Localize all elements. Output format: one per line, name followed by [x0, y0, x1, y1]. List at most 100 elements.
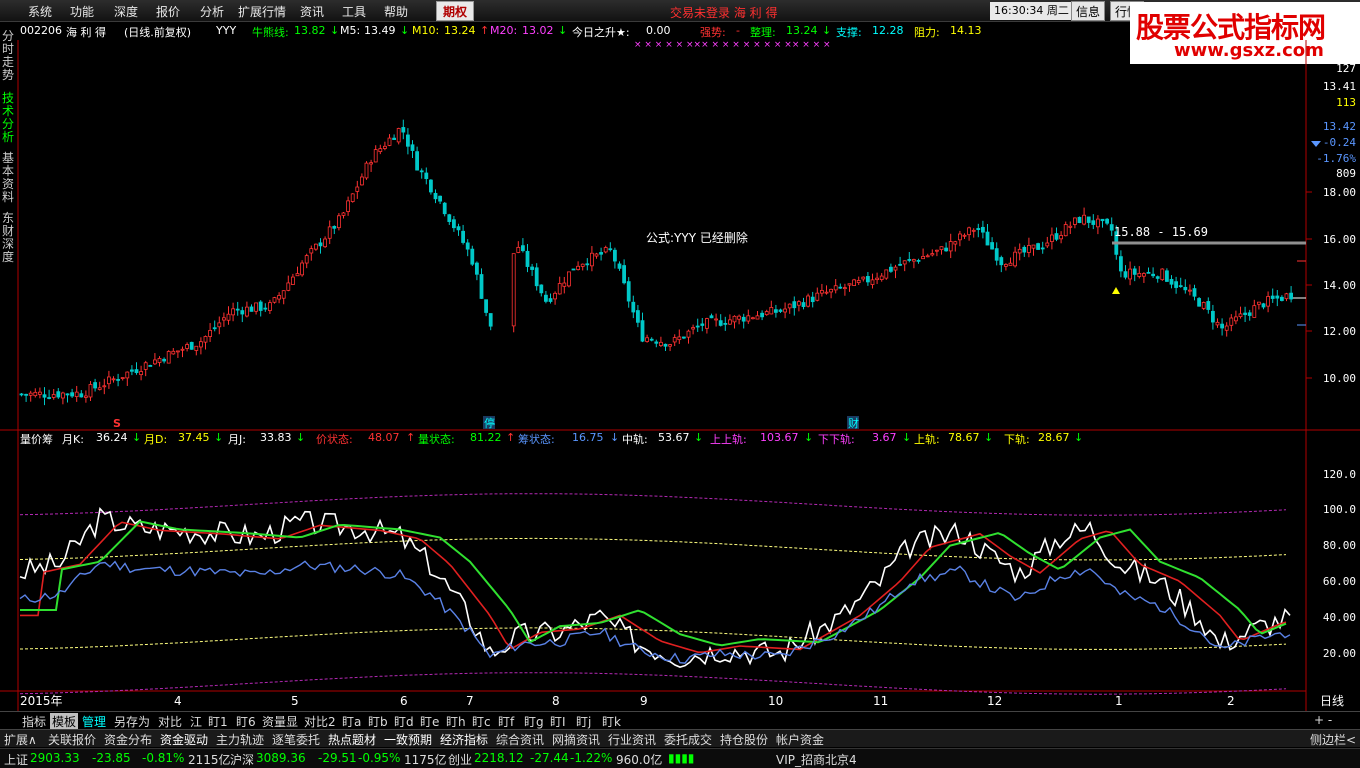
tab-compare[interactable]: 对比	[158, 713, 182, 730]
candle-body	[1128, 268, 1132, 280]
tab-jiang[interactable]: 江	[190, 713, 202, 730]
industry-news-tab[interactable]: 行业资讯	[608, 731, 656, 748]
down-arrow-icon: ↓	[330, 24, 340, 37]
candle-body	[645, 337, 649, 342]
ind-tick-label: 120.0	[1323, 468, 1356, 481]
chip-state-line	[19, 560, 1291, 664]
candle-body	[415, 151, 420, 171]
menu-news[interactable]: 资讯	[300, 3, 324, 20]
candle-body	[405, 134, 410, 147]
candle-body	[728, 319, 732, 325]
menu-help[interactable]: 帮助	[384, 3, 408, 20]
tab-ding-d[interactable]: 盯d	[394, 713, 414, 730]
x-tick-label: 9	[640, 694, 648, 708]
candle-body	[208, 330, 213, 337]
economic-index-tab[interactable]: 经济指标	[440, 731, 488, 748]
x-tick-label: 1	[1115, 694, 1123, 708]
formula-name: YYY	[216, 24, 237, 37]
candle-body	[295, 273, 300, 277]
candle-body	[599, 252, 603, 255]
candle-body	[387, 137, 392, 146]
menu-extended-market[interactable]: 扩展行情	[238, 3, 286, 20]
candle-body	[1054, 233, 1059, 240]
info-last: 13.42	[1323, 120, 1356, 133]
menu-system[interactable]: 系统	[28, 3, 52, 20]
s-mark: S	[113, 417, 121, 430]
candle-body	[350, 193, 355, 202]
tab-manage[interactable]: 管理	[82, 713, 106, 730]
expand-button[interactable]: 扩展∧	[4, 731, 37, 748]
stock-code: 002206	[20, 24, 62, 37]
zoom-buttons[interactable]: + -	[1314, 713, 1332, 727]
status-bar: 上证 2903.33 -23.85 -0.81% 2115亿 沪深 3089.3…	[0, 748, 1360, 768]
candle-body	[976, 228, 981, 231]
menu-function[interactable]: 功能	[70, 3, 94, 20]
capital-drive-tab[interactable]: 资金驱动	[160, 731, 208, 748]
positions-tab[interactable]: 持仓股份	[720, 731, 768, 748]
x-tick-label: 5	[291, 694, 299, 708]
candle-body	[479, 274, 484, 299]
general-news-tab[interactable]: 综合资讯	[496, 731, 544, 748]
candle-body	[1073, 217, 1077, 225]
capital-distribution-tab[interactable]: 资金分布	[104, 731, 152, 748]
tab-ding-a[interactable]: 盯a	[342, 713, 361, 730]
tab-ding-h[interactable]: 盯h	[446, 713, 466, 730]
order-detail-tab[interactable]: 逐笔委托	[272, 731, 320, 748]
tab-ding-g[interactable]: 盯g	[524, 713, 544, 730]
main-track-tab[interactable]: 主力轨迹	[216, 731, 264, 748]
tab-ding-b[interactable]: 盯b	[368, 713, 388, 730]
period-label: 日线	[1320, 694, 1344, 708]
web-news-tab[interactable]: 网摘资讯	[552, 731, 600, 748]
tab-ding-k[interactable]: 盯k	[602, 713, 621, 730]
candle-body	[594, 253, 599, 257]
x-tick-label: 8	[552, 694, 560, 708]
candle-body	[327, 226, 332, 239]
tab-ding-f[interactable]: 盯f	[498, 713, 514, 730]
candle-body	[451, 219, 456, 229]
menu-tools[interactable]: 工具	[342, 3, 366, 20]
account-funds-tab[interactable]: 帐户资金	[776, 731, 824, 748]
menu-analysis[interactable]: 分析	[200, 3, 224, 20]
candle-body	[654, 341, 659, 344]
candle-body	[939, 246, 944, 251]
candle-body	[1008, 262, 1013, 266]
candle-body	[649, 338, 654, 341]
tab-ding-c[interactable]: 盯c	[472, 713, 491, 730]
candle-body	[461, 230, 466, 243]
candle-body	[930, 253, 935, 256]
candle-body	[902, 260, 907, 265]
info-button[interactable]: 信息	[1071, 1, 1106, 21]
tab-ding-j[interactable]: 盯j	[576, 713, 591, 730]
candle-body	[861, 276, 866, 280]
tab-ding6[interactable]: 盯6	[236, 713, 256, 730]
sidebar-toggle[interactable]: 侧边栏<	[1310, 731, 1356, 748]
consensus-tab[interactable]: 一致预期	[384, 731, 432, 748]
candle-body	[663, 343, 668, 347]
tab-compare2[interactable]: 对比2	[304, 713, 336, 730]
bull-value: 13.82	[294, 24, 326, 37]
candle-body	[185, 344, 190, 349]
options-button[interactable]: 期权	[436, 1, 474, 21]
tab-indicator[interactable]: 指标	[22, 713, 46, 730]
tab-save-as[interactable]: 另存为	[114, 713, 150, 730]
x-tick-label: 6	[400, 694, 408, 708]
candle-body	[198, 341, 203, 348]
candle-body	[258, 301, 263, 311]
hot-topic-tab[interactable]: 热点题材	[328, 731, 376, 748]
candle-body	[953, 241, 958, 245]
resist-value: 14.13	[950, 24, 982, 37]
tab-ding-i[interactable]: 盯I	[550, 713, 566, 730]
tab-capital-show[interactable]: 资量显	[262, 713, 298, 730]
candle-body	[125, 371, 130, 379]
candle-body	[1151, 273, 1155, 277]
candle-body	[994, 248, 999, 261]
orders-trades-tab[interactable]: 委托成交	[664, 731, 712, 748]
tab-ding-e[interactable]: 盯e	[420, 713, 439, 730]
related-quote-tab[interactable]: 关联报价	[48, 731, 96, 748]
candle-body	[19, 393, 24, 396]
menu-quote[interactable]: 报价	[156, 3, 180, 20]
candle-body	[1178, 285, 1183, 288]
menu-depth[interactable]: 深度	[114, 3, 138, 20]
tab-template[interactable]: 模板	[50, 713, 79, 730]
tab-ding1[interactable]: 盯1	[208, 713, 228, 730]
